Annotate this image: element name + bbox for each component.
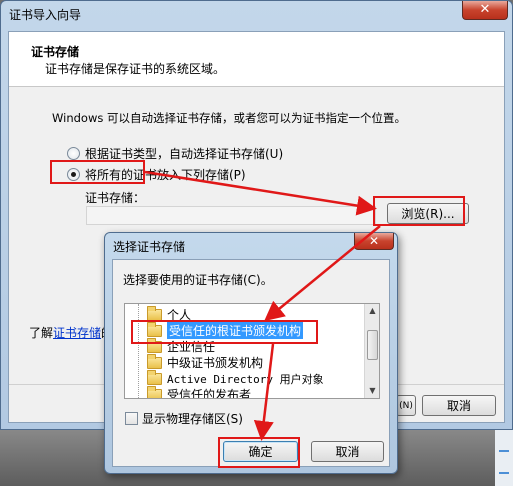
window-title: 证书导入向导 [9,8,82,22]
checkbox[interactable] [125,412,138,425]
select-certificate-store-dialog: 选择证书存储 ✕ 选择要使用的证书存储(C)。 个人 受信任的根证书颁发机构 企… [104,232,398,474]
tree-item-label: 受信任的根证书颁发机构 [167,322,304,339]
close-button[interactable]: ✕ [462,1,508,20]
tree-item[interactable]: Active Directory 用户对象 [147,369,324,386]
page-subtitle: 证书存储是保存证书的系统区域。 [45,62,226,76]
tree-item-label: Active Directory 用户对象 [167,372,324,386]
next-button[interactable]: (N) [396,395,416,416]
scroll-up-icon[interactable]: ▲ [365,304,379,318]
folder-icon [147,385,162,398]
show-physical-label: 显示物理存储区(S) [142,412,243,426]
desktop-edge [495,430,513,486]
cancel-button[interactable]: 取消 [422,395,496,416]
dialog-title: 选择证书存储 [113,240,186,254]
tree-item-label: 中级证书颁发机构 [167,356,264,370]
scroll-thumb[interactable] [367,330,378,360]
ok-button[interactable]: 确定 [223,441,298,462]
next-button-fragment: (N) [399,400,413,411]
desktop-mark [499,450,509,452]
tree-item[interactable]: 中级证书颁发机构 [147,353,264,370]
store-tree[interactable]: 个人 受信任的根证书颁发机构 企业信任 中级证书颁发机构 Active Dire… [124,303,380,399]
folder-icon [147,353,162,369]
radio-auto-select[interactable]: 根据证书类型，自动选择证书存储(U) [67,145,283,162]
dialog-cancel-button[interactable]: 取消 [311,441,384,462]
folder-icon [147,337,162,353]
tree-item-label: 企业信任 [167,340,216,354]
store-label: 证书存储： [85,191,146,205]
dialog-close-button[interactable]: ✕ [354,233,394,250]
learn-more-text: 了解证书存储的 [29,324,113,341]
tree-scrollbar[interactable]: ▲ ▼ [364,304,379,398]
radio-manual-label: 将所有的证书放入下列存储(P) [85,168,246,182]
close-icon: ✕ [368,234,380,248]
show-physical-stores-option[interactable]: 显示物理存储区(S) [125,410,243,427]
close-icon: ✕ [479,2,491,17]
folder-icon [147,369,162,385]
desktop-mark [499,472,509,474]
wizard-header: 证书存储 证书存储是保存证书的系统区域。 [9,32,504,87]
folder-icon [147,321,162,337]
learn-more-link[interactable]: 证书存储 [53,326,101,340]
radio-button[interactable] [67,147,80,160]
scroll-down-icon[interactable]: ▼ [365,384,379,398]
tree-item[interactable]: 受信任的发布者 [147,385,252,399]
learn-more-prefix: 了解 [29,326,54,340]
page-title: 证书存储 [31,45,80,59]
tree-guide-line [138,304,139,398]
radio-button-checked[interactable] [67,168,80,181]
tree-item-label: 受信任的发布者 [167,388,252,399]
tree-item[interactable]: 企业信任 [147,337,216,354]
browse-button[interactable]: 浏览(R)... [387,203,469,224]
dialog-content: 选择要使用的证书存储(C)。 个人 受信任的根证书颁发机构 企业信任 中级证书颁… [112,259,390,467]
radio-auto-label: 根据证书类型，自动选择证书存储(U) [85,147,284,161]
intro-text: Windows 可以自动选择证书存储，或者您可以为证书指定一个位置。 [52,111,406,125]
tree-item-label: 个人 [167,308,192,322]
tree-item[interactable]: 个人 [147,305,192,322]
folder-icon [147,305,162,321]
tree-item-selected[interactable]: 受信任的根证书颁发机构 [147,321,304,339]
radio-manual-select[interactable]: 将所有的证书放入下列存储(P) [67,166,246,183]
store-field [86,206,376,225]
dialog-prompt: 选择要使用的证书存储(C)。 [123,273,273,287]
